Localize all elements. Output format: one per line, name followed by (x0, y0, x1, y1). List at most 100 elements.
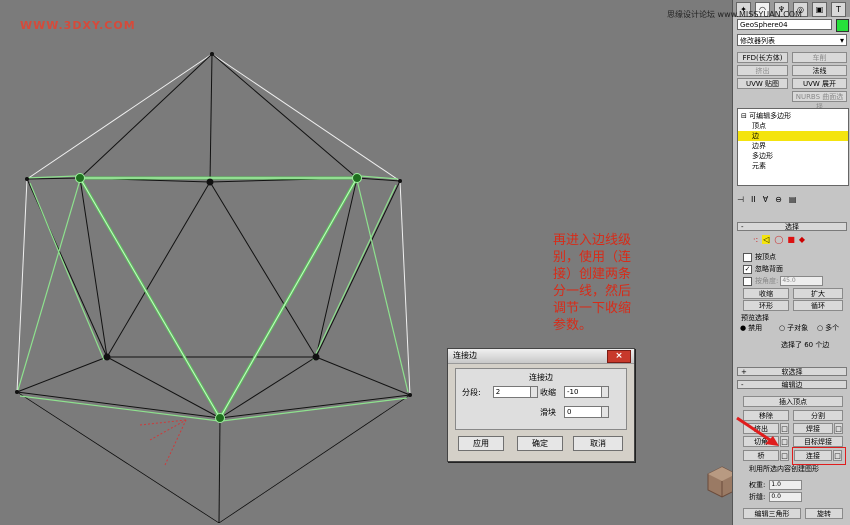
annotation-line: 参数。 (553, 318, 593, 333)
border-mode-icon[interactable]: ◯ (774, 235, 783, 244)
connect-edges-group: 连接边 分段: 2 收缩 -10 滑块 0 (455, 368, 627, 430)
loop-button[interactable]: 循环 (793, 300, 843, 311)
show-end-result-icon[interactable]: II (751, 195, 756, 204)
annotation-line: 别，使用（连 (553, 250, 632, 265)
stack-root[interactable]: ⊟ 可编辑多边形 (738, 111, 848, 121)
ring-button[interactable]: 环形 (743, 300, 789, 311)
normal-button[interactable]: 法线 (792, 65, 847, 76)
turn-button[interactable]: 旋转 (805, 508, 843, 519)
stack-toolbar: ⊣ II ∀ ⊖ ▤ (737, 192, 847, 206)
make-unique-icon[interactable]: ∀ (763, 195, 768, 204)
lathe-button[interactable]: 车削 (792, 52, 847, 63)
uvw-map-button[interactable]: UVW 贴图 (737, 78, 788, 89)
modifier-list-dropdown[interactable]: 修改器列表 (737, 34, 847, 47)
pointer-arrow-icon (736, 416, 779, 446)
stack-item-label: 多边形 (752, 152, 773, 160)
vertex-mode-icon[interactable]: ·: (753, 235, 758, 244)
preview-multi-radio[interactable]: ○ 多个 (817, 323, 839, 333)
soft-selection-rollout[interactable]: + 软选择 (737, 367, 847, 376)
slide-label: 滑块 (540, 407, 556, 417)
modifier-stack[interactable]: ⊟ 可编辑多边形 顶点 边 边界 多边形 元素 (737, 108, 849, 186)
apply-button[interactable]: 应用 (458, 436, 504, 451)
checkbox-label: 忽略背面 (755, 265, 783, 273)
segments-label: 分段: (462, 387, 481, 397)
ok-button[interactable]: 确定 (517, 436, 563, 451)
radio-label: 子对象 (787, 324, 809, 332)
uvw-unwrap-button[interactable]: UVW 展开 (792, 78, 847, 89)
dialog-titlebar[interactable]: 连接边 × (448, 349, 634, 364)
connect-button[interactable]: 连接 (794, 450, 832, 461)
edge-mode-icon[interactable]: ◁ (762, 235, 771, 244)
ignore-backfacing-checkbox[interactable]: ✓ 忽略背面 (743, 264, 783, 274)
connect-edges-dialog[interactable]: 连接边 × 连接边 分段: 2 收缩 -10 滑块 0 应用 确定 取消 (447, 348, 635, 462)
stack-item-element[interactable]: 元素 (738, 161, 848, 171)
configure-sets-icon[interactable]: ▤ (789, 195, 797, 204)
utilities-tab-icon[interactable]: T (831, 2, 846, 17)
subobject-icons: ·: ◁ ◯ ■ ◆ (753, 235, 805, 244)
stack-root-label: 可编辑多边形 (749, 112, 792, 120)
stack-item-label: 顶点 (752, 122, 766, 130)
weight-input[interactable]: 1.0 (769, 480, 803, 490)
insert-vertex-button[interactable]: 插入顶点 (743, 396, 843, 407)
stack-item-polygon[interactable]: 多边形 (738, 151, 848, 161)
preview-disabled-radio[interactable]: ● 禁用 (740, 323, 762, 333)
rollout-title: 软选择 (781, 368, 803, 376)
stack-item-label: 元素 (752, 162, 766, 170)
weight-label: 权重: (749, 481, 766, 489)
weight-spinner[interactable]: 权重: 1.0 (749, 480, 803, 490)
stack-item-label: 边 (752, 132, 759, 140)
nurbs-select-button[interactable]: NURBS 曲面选择 (792, 91, 847, 111)
viewport[interactable]: WWW.3DXY.COM 再进入边线级 别，使用（连 接）创建两条 分一线，然后… (0, 0, 732, 525)
by-vertex-checkbox[interactable]: 按顶点 (743, 252, 776, 262)
crease-input[interactable]: 0.0 (769, 492, 803, 502)
selection-status: 选择了 60 个边 (781, 341, 830, 349)
element-mode-icon[interactable]: ◆ (799, 235, 805, 244)
shrink-button[interactable]: 收缩 (743, 288, 789, 299)
stack-item-border[interactable]: 边界 (738, 141, 848, 151)
stack-item-label: 边界 (752, 142, 766, 150)
pinch-label: 收缩 (540, 387, 556, 397)
checkbox-label: 按角度: (755, 277, 779, 285)
close-icon[interactable]: × (607, 350, 631, 363)
object-name-field[interactable]: GeoSphere04 (737, 19, 832, 30)
radio-label: 禁用 (748, 324, 763, 332)
bridge-settings-icon[interactable]: □ (780, 450, 789, 461)
logo-cube-icon (707, 466, 732, 498)
ffd-button[interactable]: FFD(长方体) (737, 52, 788, 63)
annotation-line: 接）创建两条 (553, 267, 632, 282)
weld-button[interactable]: 焊接 (793, 423, 833, 434)
group-title: 连接边 (529, 373, 553, 382)
create-shape-label: 利用所选内容创建图形 (749, 465, 819, 473)
connect-settings-icon[interactable]: □ (833, 450, 842, 461)
bridge-button[interactable]: 桥 (743, 450, 779, 461)
stack-item-edge[interactable]: 边 (738, 131, 848, 141)
stack-item-vertex[interactable]: 顶点 (738, 121, 848, 131)
slide-spinner[interactable]: 0 (564, 406, 609, 418)
pin-stack-icon[interactable]: ⊣ (737, 195, 744, 204)
polygon-mode-icon[interactable]: ■ (787, 235, 795, 244)
angle-input[interactable]: 45.0 (780, 276, 824, 286)
preview-subobject-radio[interactable]: ○ 子对象 (779, 323, 808, 333)
object-color-swatch[interactable] (836, 19, 849, 32)
dialog-title: 连接边 (453, 351, 477, 360)
weld-settings-icon[interactable]: □ (834, 423, 843, 434)
instruction-annotation: 再进入边线级 别，使用（连 接）创建两条 分一线，然后 调节一下收缩 参数。 (553, 232, 665, 334)
segments-spinner[interactable]: 2 (492, 386, 538, 398)
radio-label: 多个 (825, 324, 840, 332)
display-tab-icon[interactable]: ▣ (812, 2, 827, 17)
edit-edges-rollout[interactable]: - 编辑边 (737, 380, 847, 389)
by-angle-checkbox[interactable]: 按角度: 45.0 (743, 276, 824, 286)
edit-triangulation-button[interactable]: 编辑三角形 (743, 508, 801, 519)
crease-spinner[interactable]: 折缝: 0.0 (749, 492, 803, 502)
grow-button[interactable]: 扩大 (793, 288, 843, 299)
target-weld-button[interactable]: 目标焊接 (793, 436, 843, 447)
extrude-modifier-button[interactable]: 挤出 (737, 65, 788, 76)
pinch-spinner[interactable]: -10 (564, 386, 609, 398)
cancel-button[interactable]: 取消 (573, 436, 623, 451)
split-button[interactable]: 分割 (793, 410, 843, 421)
rollout-title: 编辑边 (781, 381, 803, 389)
selection-rollout[interactable]: - 选择 (737, 222, 847, 231)
annotation-line: 调节一下收缩 (553, 301, 632, 316)
remove-modifier-icon[interactable]: ⊖ (775, 195, 782, 204)
checkbox-label: 按顶点 (755, 253, 776, 261)
